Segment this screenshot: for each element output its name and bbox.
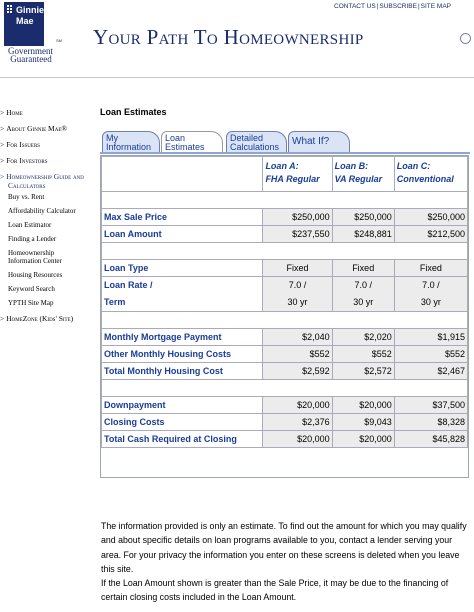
main-content: Loan Estimates — [100, 107, 470, 117]
logo-service-mark: SM — [56, 38, 62, 43]
nav-keyword-search[interactable]: Keyword Search — [0, 285, 86, 293]
cell-value: 7.0 /30 yr — [262, 276, 333, 312]
ginnie-mae-logo[interactable]: Ginnie Mae SM Government Guaranteed — [4, 2, 70, 64]
spacer-row — [101, 191, 468, 209]
spacer-row — [101, 379, 468, 397]
site-map-link[interactable]: SITE MAP — [421, 3, 451, 10]
circle-icon[interactable] — [460, 33, 471, 44]
spacer-row — [101, 242, 468, 260]
cell-value: $2,592 — [262, 362, 333, 380]
cell-value: $20,000 — [262, 430, 333, 448]
cell-value: $552 — [393, 345, 469, 363]
cell-value: $2,572 — [331, 362, 395, 380]
cell-value: $248,881 — [331, 225, 395, 243]
nav-info-center[interactable]: Homeownership Information Center — [0, 249, 86, 265]
cell-value: $9,043 — [331, 413, 395, 431]
tab-detailed-calculations[interactable]: Detailed Calculations — [226, 131, 287, 153]
table-row: Other Monthly Housing Costs $552 $552 $5… — [100, 345, 469, 363]
cell-value: Fixed — [331, 259, 395, 277]
row-label: Loan Rate / Term — [100, 276, 264, 312]
disclaimer-paragraph: The information provided is only an esti… — [101, 521, 467, 574]
cell-value: $237,550 — [262, 225, 333, 243]
row-label: Total Cash Required at Closing — [100, 430, 264, 448]
loan-estimates-table: Loan A: FHA Regular Loan B: VA Regular Loa… — [100, 155, 469, 478]
cell-value: $20,000 — [331, 430, 395, 448]
nav-about[interactable]: > About Ginnie Mae® — [0, 124, 86, 133]
cell-value: $2,040 — [262, 328, 333, 346]
table-row: Loan Rate / Term 7.0 /30 yr 7.0 /30 yr 7.… — [100, 276, 469, 312]
nav-finding-lender[interactable]: Finding a Lender — [0, 235, 86, 243]
header-blank-cell — [100, 156, 264, 192]
cell-value: $552 — [331, 345, 395, 363]
cell-value: 7.0 /30 yr — [331, 276, 395, 312]
disclaimer-paragraph: If the Loan Amount shown is greater than… — [101, 578, 449, 603]
row-label: Loan Type — [100, 259, 264, 277]
tab-divider — [100, 152, 470, 154]
table-row: Max Sale Price $250,000 $250,000 $250,00… — [100, 208, 469, 226]
row-label: Other Monthly Housing Costs — [100, 345, 264, 363]
nav-housing-resources[interactable]: Housing Resources — [0, 271, 86, 279]
logo-tagline: Government Guaranteed — [8, 46, 53, 64]
logo-name: Ginnie Mae — [16, 5, 45, 26]
spacer-row — [101, 311, 468, 329]
cell-value: $1,915 — [393, 328, 469, 346]
cell-value: $2,376 — [262, 413, 333, 431]
table-row: Total Cash Required at Closing $20,000 $… — [100, 430, 469, 448]
tab-what-if[interactable]: What If? — [288, 131, 350, 153]
row-label: Total Monthly Housing Cost — [100, 362, 264, 380]
column-header-loan-c: Loan C: Conventional — [393, 156, 469, 192]
logo-mark-icon — [7, 5, 15, 15]
cell-value: $552 — [262, 345, 333, 363]
cell-value: $20,000 — [331, 396, 395, 414]
table-row: Downpayment $20,000 $20,000 $37,500 — [100, 396, 469, 414]
contact-us-link[interactable]: CONTACT US — [334, 3, 376, 10]
cell-value: $250,000 — [331, 208, 395, 226]
disclaimer-text: The information provided is only an esti… — [101, 519, 470, 605]
nav-issuers[interactable]: > For Issuers — [0, 140, 86, 149]
cell-value: $2,467 — [393, 362, 469, 380]
nav-loan-estimator[interactable]: Loan Estimator — [0, 221, 86, 229]
cell-value: 7.0 /30 yr — [393, 276, 469, 312]
cell-value: Fixed — [393, 259, 469, 277]
nav-homeownership-guide[interactable]: > Homeownership Guide and Calculators — [0, 172, 86, 190]
nav-affordability-calculator[interactable]: Affordability Calculator — [0, 207, 86, 215]
nav-investors[interactable]: > For Investors — [0, 156, 86, 165]
cell-value: $212,500 — [393, 225, 469, 243]
nav-ypth-site-map[interactable]: YPTH Site Map — [0, 299, 86, 307]
sidebar-nav: > Home > About Ginnie Mae® > For Issuers > F… — [0, 108, 86, 323]
cell-value: $20,000 — [262, 396, 333, 414]
table-row: Monthly Mortgage Payment $2,040 $2,020 $… — [100, 328, 469, 346]
cell-value: $250,000 — [262, 208, 333, 226]
table-row: Closing Costs $2,376 $9,043 $8,328 — [100, 413, 469, 431]
tab-my-information[interactable]: My Information — [102, 131, 160, 153]
cell-value: $2,020 — [331, 328, 395, 346]
subscribe-link[interactable]: SUBSCRIBE — [379, 3, 417, 10]
tab-loan-estimates[interactable]: Loan Estimates — [161, 131, 223, 153]
row-label: Max Sale Price — [100, 208, 264, 226]
nav-homezone[interactable]: > HomeZone (Kids' Site) — [0, 314, 86, 323]
cell-value: $45,828 — [393, 430, 469, 448]
nav-home[interactable]: > Home — [0, 108, 86, 117]
tab-bar: My Information Loan Estimates Detailed C… — [100, 131, 470, 153]
row-label: Closing Costs — [100, 413, 264, 431]
column-header-loan-b: Loan B: VA Regular — [331, 156, 395, 192]
nav-buy-vs-rent[interactable]: Buy vs. Rent — [0, 193, 86, 201]
page-title: Loan Estimates — [100, 107, 167, 117]
row-label: Downpayment — [100, 396, 264, 414]
table-row: Total Monthly Housing Cost $2,592 $2,572… — [100, 362, 469, 380]
utility-links: CONTACT US|SUBSCRIBE|SITE MAP — [334, 3, 451, 10]
row-label: Loan Amount — [100, 225, 264, 243]
cell-value: Fixed — [262, 259, 333, 277]
site-title: Your Path To Homeownership — [93, 25, 364, 49]
table-row: Loan Type Fixed Fixed Fixed — [100, 259, 469, 277]
cell-value: $8,328 — [393, 413, 469, 431]
row-label: Monthly Mortgage Payment — [100, 328, 264, 346]
table-row: Loan Amount $237,550 $248,881 $212,500 — [100, 225, 469, 243]
site-header: Ginnie Mae SM Government Guaranteed CONTA… — [0, 0, 474, 78]
column-header-loan-a: Loan A: FHA Regular — [262, 156, 333, 192]
logo-box: Ginnie Mae — [4, 2, 44, 46]
cell-value: $37,500 — [393, 396, 469, 414]
cell-value: $250,000 — [393, 208, 469, 226]
